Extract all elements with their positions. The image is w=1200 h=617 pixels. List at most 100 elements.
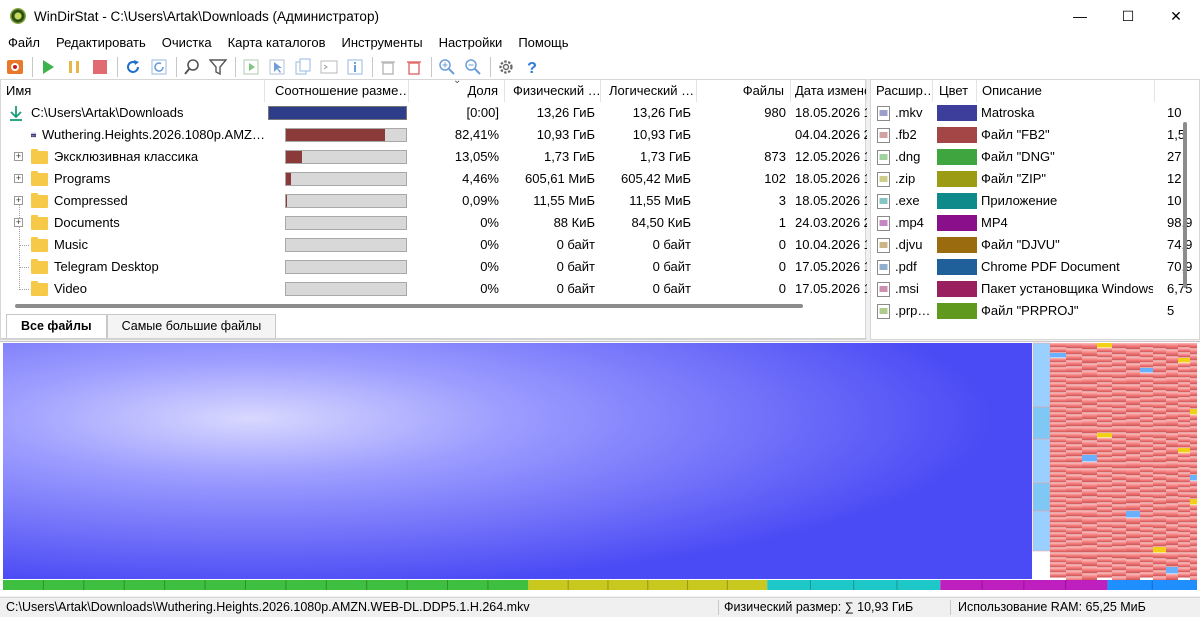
treemap-tile[interactable] [1178, 513, 1190, 518]
treemap-tile[interactable] [1178, 473, 1190, 478]
treemap-tile[interactable] [1126, 399, 1140, 406]
treemap-tile[interactable] [1097, 503, 1112, 508]
treemap-tile[interactable] [1153, 427, 1166, 433]
treemap-tile[interactable] [1140, 498, 1153, 503]
tree-row-folder[interactable]: Telegram Desktop 0% 0 байт 0 байт 0 17.0… [1, 256, 867, 278]
treemap-tile[interactable] [1153, 547, 1166, 553]
column-header-description[interactable]: Описание [977, 80, 1155, 102]
extension-row[interactable]: .mkv Matroska 10 [871, 102, 1199, 124]
treemap-tile[interactable] [1050, 438, 1066, 443]
treemap-tile[interactable] [1097, 523, 1112, 528]
treemap-tile[interactable] [1066, 565, 1082, 571]
treemap-tile[interactable] [1126, 441, 1140, 448]
treemap-tile[interactable] [1153, 535, 1166, 541]
treemap-tile[interactable] [1112, 463, 1126, 469]
treemap-tile[interactable] [1066, 547, 1082, 553]
treemap-tile[interactable] [1178, 363, 1190, 368]
treemap-tile[interactable] [1097, 428, 1112, 433]
treemap-tile[interactable] [1097, 348, 1112, 353]
treemap-tile[interactable] [1050, 478, 1066, 483]
treemap-tile[interactable] [1166, 343, 1178, 350]
treemap-tile[interactable] [1066, 421, 1082, 427]
treemap-tile[interactable] [1032, 406, 1051, 440]
treemap-tile[interactable] [1166, 399, 1178, 406]
treemap-tile[interactable] [1166, 539, 1178, 546]
treemap-tile[interactable] [1112, 379, 1126, 385]
treemap-tile[interactable] [1178, 413, 1190, 418]
treemap-tile[interactable] [1126, 357, 1140, 364]
treemap-tile[interactable] [1126, 539, 1140, 546]
treemap-tile[interactable] [1112, 397, 1126, 403]
tree-row-folder[interactable]: + Documents 0% 88 КиБ 84,50 КиБ 1 24.03.… [1, 212, 867, 234]
treemap-tile[interactable] [1140, 538, 1153, 543]
extension-row[interactable]: .fb2 Файл "FB2" 1,5 [871, 124, 1199, 146]
treemap-tile[interactable] [1050, 448, 1066, 453]
refresh-icon[interactable] [121, 55, 145, 79]
treemap-tile[interactable] [1153, 403, 1166, 409]
treemap-tile[interactable] [1050, 573, 1066, 578]
treemap-tile[interactable] [1066, 403, 1082, 409]
treemap-tile[interactable] [1097, 548, 1112, 553]
treemap-tile[interactable] [1050, 428, 1066, 433]
extension-row[interactable]: .msi Пакет установщика Windows 6,75 [871, 278, 1199, 300]
menu-help[interactable]: Помощь [510, 32, 576, 54]
treemap-tile[interactable] [1066, 361, 1082, 367]
treemap-tile[interactable] [1190, 427, 1197, 433]
treemap-tile[interactable] [1140, 483, 1153, 488]
treemap-tile[interactable] [1190, 469, 1197, 475]
treemap-tile[interactable] [1112, 349, 1126, 355]
treemap-tile[interactable] [1190, 481, 1197, 487]
tree-row-mkv[interactable]: MKV Wuthering.Heights.2026.1080p.AMZ… 82… [1, 124, 867, 146]
treemap-tile[interactable] [1097, 453, 1112, 458]
treemap-tile[interactable] [1190, 373, 1197, 379]
treemap-tile[interactable] [1178, 548, 1190, 553]
treemap-tile[interactable] [1140, 468, 1153, 473]
treemap-tile[interactable] [1140, 478, 1153, 483]
treemap-tile[interactable] [1082, 462, 1097, 469]
treemap-tile[interactable] [1050, 533, 1066, 538]
treemap-tile[interactable] [1050, 473, 1066, 478]
treemap-tile[interactable] [1066, 523, 1082, 529]
treemap-tile[interactable] [1153, 421, 1166, 427]
treemap-tile[interactable] [1066, 463, 1082, 469]
treemap-tile[interactable] [1050, 563, 1066, 568]
treemap-tile[interactable] [1166, 476, 1178, 483]
treemap-tile[interactable] [1097, 493, 1112, 498]
treemap-tile[interactable] [1097, 383, 1112, 388]
column-header-size[interactable] [1155, 80, 1199, 102]
treemap-tile[interactable] [1126, 469, 1140, 476]
close-button[interactable]: ✕ [1152, 0, 1200, 32]
treemap-tile[interactable] [1112, 415, 1126, 421]
treemap-tile[interactable] [1112, 481, 1126, 487]
treemap-tile[interactable] [1066, 379, 1082, 385]
treemap-tile[interactable] [1166, 497, 1178, 504]
treemap-tile[interactable] [1050, 423, 1066, 428]
treemap-tile[interactable] [1097, 498, 1112, 503]
treemap-tile[interactable] [1140, 403, 1153, 408]
treemap-tile[interactable] [1178, 533, 1190, 538]
extension-list-pane[interactable]: Расшир… Цвет Описание .mkv Matroska 10 .fb2… [870, 79, 1200, 340]
treemap-tile[interactable] [1097, 558, 1112, 563]
treemap-tile[interactable] [1178, 393, 1190, 398]
treemap-tile[interactable] [1178, 423, 1190, 428]
treemap-tile[interactable] [1097, 528, 1112, 533]
treemap-tile[interactable] [1050, 538, 1066, 543]
treemap-tile[interactable] [1153, 559, 1166, 565]
treemap-tile[interactable] [1112, 565, 1126, 571]
treemap-tile[interactable] [1126, 462, 1140, 469]
treemap-tile[interactable] [1082, 427, 1097, 434]
treemap-tile[interactable] [1153, 541, 1166, 547]
treemap-tile[interactable] [1178, 498, 1190, 503]
treemap-tile[interactable] [1082, 560, 1097, 567]
treemap-tile[interactable] [1190, 499, 1197, 505]
treemap-tile[interactable] [1153, 439, 1166, 445]
menu-cleanup[interactable]: Очистка [154, 32, 220, 54]
column-header-physical[interactable]: Физический … [505, 80, 601, 102]
treemap-tile[interactable] [1190, 565, 1197, 571]
treemap-tile[interactable] [1166, 574, 1178, 581]
treemap-tile[interactable] [1032, 482, 1051, 512]
treemap-tile[interactable] [1140, 513, 1153, 518]
treemap-tile[interactable] [1153, 475, 1166, 481]
treemap-tile[interactable] [1190, 463, 1197, 469]
treemap-tile[interactable] [1112, 553, 1126, 559]
